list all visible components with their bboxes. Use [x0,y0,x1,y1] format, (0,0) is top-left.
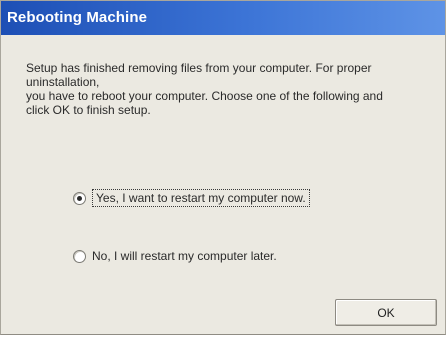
restart-later-label[interactable]: No, I will restart my computer later. [92,248,277,264]
restart-later-option[interactable]: No, I will restart my computer later. [73,245,277,267]
message-text: Setup has finished removing files from y… [26,61,426,117]
message-line: click OK to finish setup. [26,103,151,117]
message-line: uninstallation, [26,75,100,89]
restart-now-radio[interactable] [73,191,86,205]
ok-button[interactable]: OK [335,299,437,326]
message-line: Setup has finished removing files from y… [26,61,372,75]
rebooting-machine-dialog: Rebooting Machine Setup has finished rem… [0,0,446,335]
restart-later-radio[interactable] [73,249,86,263]
message-line: you have to reboot your computer. Choose… [26,89,383,103]
restart-now-option[interactable]: Yes, I want to restart my computer now. [73,187,310,209]
title-bar[interactable]: Rebooting Machine [1,1,445,35]
window-title: Rebooting Machine [7,9,148,26]
restart-now-label[interactable]: Yes, I want to restart my computer now. [92,189,310,207]
